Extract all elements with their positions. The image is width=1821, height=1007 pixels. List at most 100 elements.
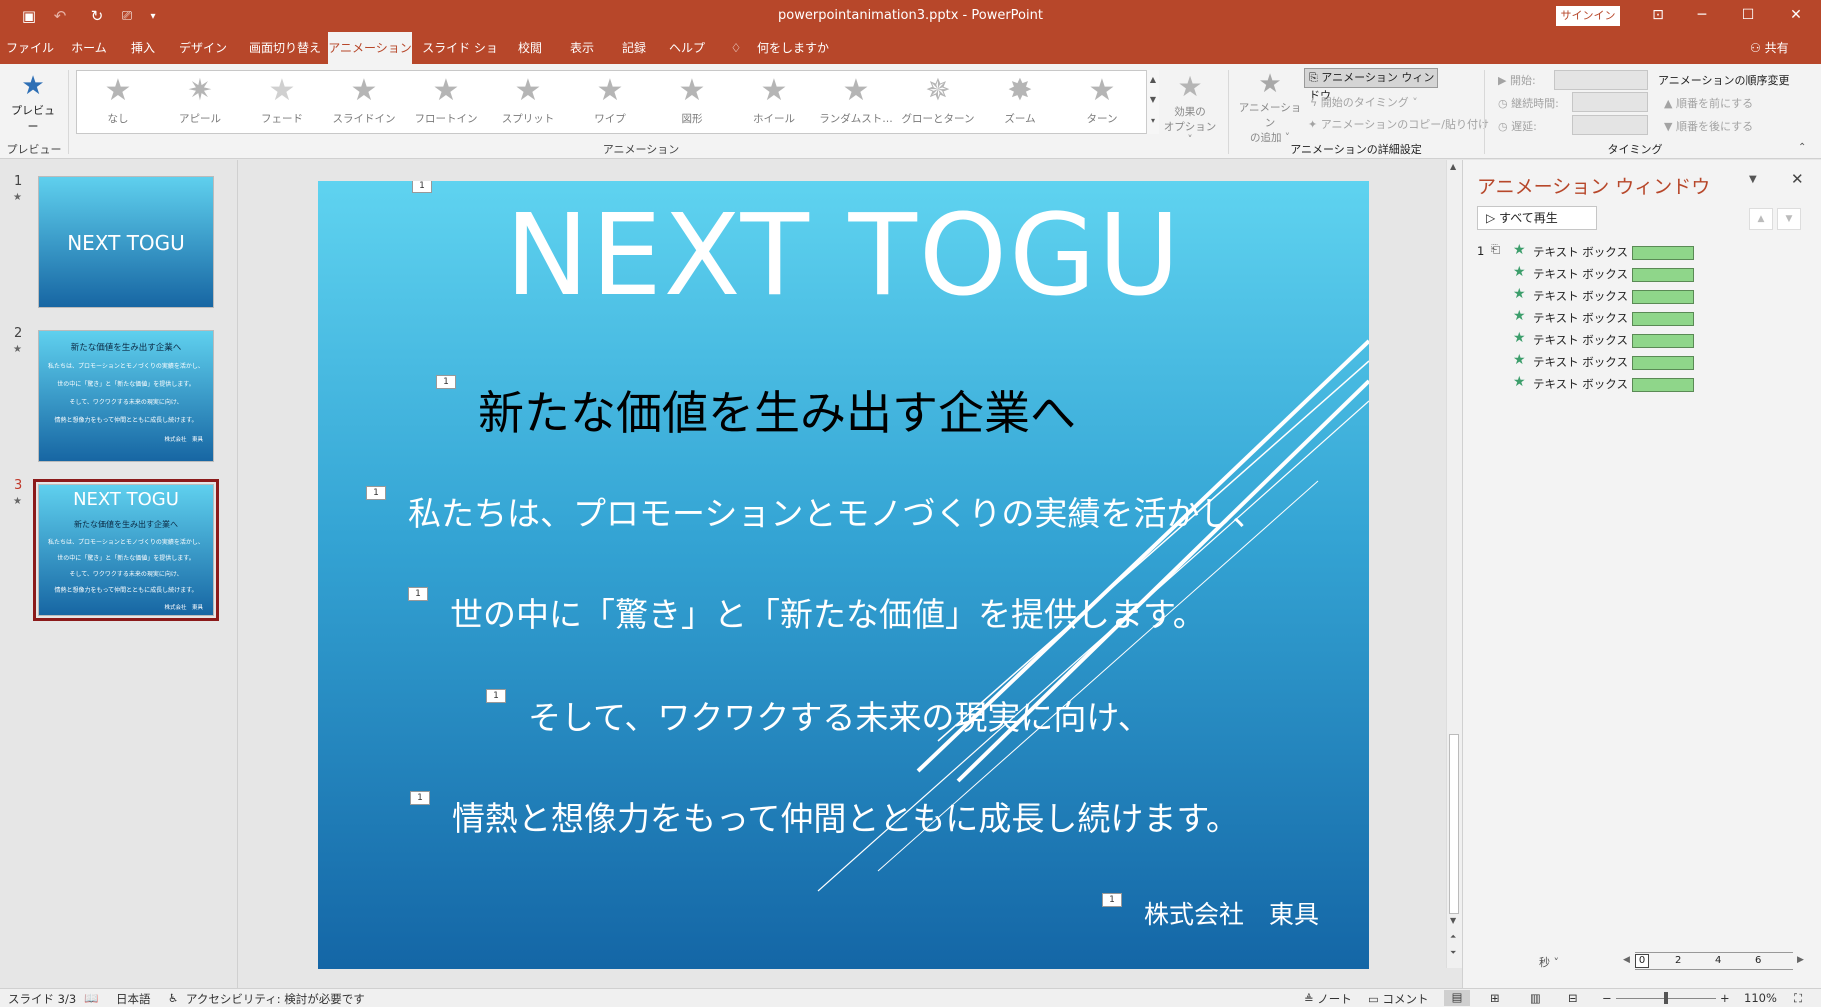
gallery-more-icon[interactable]: ▾ xyxy=(1147,110,1159,132)
timing-bar[interactable] xyxy=(1632,356,1694,370)
share-button[interactable]: ⚇ 共有 xyxy=(1750,32,1789,64)
previous-slide-icon[interactable]: ⏶ xyxy=(1450,932,1456,942)
tell-me-search[interactable]: 何をしますか xyxy=(748,32,838,64)
timeline-left-icon[interactable]: ◀ xyxy=(1623,955,1630,965)
timing-bar[interactable] xyxy=(1632,378,1694,392)
zoom-slider-thumb[interactable] xyxy=(1664,992,1668,1004)
normal-view-icon[interactable]: ▤ xyxy=(1444,990,1470,1006)
next-slide-icon[interactable]: ⏷ xyxy=(1450,948,1456,958)
anim-wheel[interactable]: ★ ホイール xyxy=(733,71,815,133)
animation-tag[interactable]: 1 xyxy=(366,486,386,500)
comments-button[interactable]: ▭ コメント xyxy=(1368,991,1429,1007)
animation-item[interactable]: ★ テキスト ボックス 1... xyxy=(1477,308,1697,328)
accessibility-status[interactable]: アクセシビリティ: 検討が必要です xyxy=(186,991,365,1007)
zoom-in-icon[interactable]: + xyxy=(1720,991,1730,1005)
slide-thumbnail-1[interactable]: NEXT TOGU xyxy=(38,176,214,308)
effect-options-button[interactable]: ★ 効果の オプション ˅ xyxy=(1162,70,1218,146)
slide-line[interactable]: 情熱と想像力をもって仲間とともに成長し続けます。 xyxy=(452,792,1239,840)
ribbon-display-options-icon[interactable]: ⊡ xyxy=(1636,0,1680,32)
slide-canvas[interactable]: 1 NEXT TOGU 1 新たな価値を生み出す企業へ 1 私たちは、プロモーシ… xyxy=(318,181,1369,969)
move-later-button[interactable]: ▼ 順番を後にする xyxy=(1664,118,1753,134)
scroll-up-icon[interactable]: ▲ xyxy=(1450,162,1456,171)
animation-tag[interactable]: 1 xyxy=(436,375,456,389)
gallery-down-icon[interactable]: ▼ xyxy=(1147,90,1159,110)
anim-zoom[interactable]: ✸ ズーム xyxy=(979,71,1061,133)
slide-thumbnail-2[interactable]: 新たな価値を生み出す企業へ 私たちは、プロモーションとモノづくりの実績を活かし、… xyxy=(38,330,214,462)
notes-button[interactable]: ≜ ノート xyxy=(1304,991,1352,1007)
timeline-right-icon[interactable]: ▶ xyxy=(1797,955,1804,965)
scroll-down-icon[interactable]: ▼ xyxy=(1450,916,1456,925)
anim-split[interactable]: ★ スプリット xyxy=(487,71,569,133)
slide-thumbnail-3[interactable]: NEXT TOGU 新たな価値を生み出す企業へ 私たちは、プロモーションとモノづ… xyxy=(33,479,219,621)
tab-help[interactable]: ヘルプ xyxy=(664,32,710,64)
start-dropdown[interactable] xyxy=(1554,70,1648,90)
vertical-scrollbar[interactable]: ▲ ▼ ⏶ ⏷ xyxy=(1446,160,1462,968)
slide-line[interactable]: そして、ワクワクする未来の現実に向け、 xyxy=(528,691,1151,739)
move-down-icon[interactable]: ▼ xyxy=(1777,208,1801,230)
reading-view-icon[interactable]: ▥ xyxy=(1530,991,1541,1005)
slideshow-icon[interactable]: ⊟ xyxy=(1568,991,1578,1005)
anim-swivel[interactable]: ★ ターン xyxy=(1061,71,1143,133)
minimize-button[interactable]: ─ xyxy=(1680,0,1724,32)
slide-line[interactable]: 私たちは、プロモーションとモノづくりの実績を活かし、 xyxy=(408,487,1265,535)
trigger-button[interactable]: ϟ 開始のタイミング ˅ xyxy=(1310,94,1418,110)
anim-none[interactable]: ★ なし xyxy=(77,71,159,133)
slide-heading[interactable]: 新たな価値を生み出す企業へ xyxy=(478,377,1076,443)
timing-bar[interactable] xyxy=(1632,334,1694,348)
tab-slideshow[interactable]: スライド ショー xyxy=(420,32,500,87)
tab-insert[interactable]: 挿入 xyxy=(122,32,164,64)
tab-file[interactable]: ファイル xyxy=(4,32,56,64)
slide-company[interactable]: 株式会社 東具 xyxy=(1144,895,1319,931)
anim-appear[interactable]: ✷ アピール xyxy=(159,71,241,133)
zoom-out-icon[interactable]: − xyxy=(1602,991,1612,1005)
tab-design[interactable]: デザイン xyxy=(172,32,234,64)
close-button[interactable]: ✕ xyxy=(1774,0,1818,32)
move-earlier-button[interactable]: ▲ 順番を前にする xyxy=(1664,95,1753,111)
animation-item[interactable]: ★ テキスト ボックス 1... xyxy=(1477,352,1697,372)
animation-item[interactable]: ★ テキスト ボックス 1... xyxy=(1477,286,1697,306)
timing-bar[interactable] xyxy=(1632,290,1694,304)
signin-button[interactable]: サインイン xyxy=(1556,6,1620,26)
close-icon[interactable]: ✕ xyxy=(1791,170,1804,188)
duration-spinner[interactable] xyxy=(1572,92,1648,112)
slide-line[interactable]: 世の中に「驚き」と「新たな価値」を提供します。 xyxy=(450,588,1206,636)
animation-item[interactable]: ★ テキスト ボックス 1... xyxy=(1477,264,1697,284)
delay-spinner[interactable] xyxy=(1572,115,1648,135)
slide-sorter-icon[interactable]: ⊞ xyxy=(1490,991,1500,1005)
play-all-button[interactable]: ▷ すべて再生 xyxy=(1477,206,1597,230)
animation-item[interactable]: 1 ⎗ ★ テキスト ボックス 9... xyxy=(1477,242,1697,262)
add-animation-button[interactable]: ★ アニメーション の追加 ˅ xyxy=(1236,68,1304,145)
tab-animations[interactable]: アニメーション xyxy=(328,32,412,64)
seconds-dropdown[interactable]: 秒 ˅ xyxy=(1539,954,1559,970)
animation-tag[interactable]: 1 xyxy=(486,689,506,703)
timing-bar[interactable] xyxy=(1632,312,1694,326)
fit-to-window-icon[interactable]: ⛶ xyxy=(1794,991,1802,1006)
scroll-thumb[interactable] xyxy=(1449,734,1459,914)
animation-tag[interactable]: 1 xyxy=(410,791,430,805)
anim-fly-in[interactable]: ★ スライドイン xyxy=(323,71,405,133)
anim-shape[interactable]: ★ 図形 xyxy=(651,71,733,133)
move-up-icon[interactable]: ▲ xyxy=(1749,208,1773,230)
anim-float-in[interactable]: ★ フロートイン xyxy=(405,71,487,133)
spellcheck-icon[interactable]: 📖 xyxy=(84,991,98,1005)
tab-review[interactable]: 校閲 xyxy=(508,32,552,64)
zoom-level[interactable]: 110% xyxy=(1744,991,1777,1005)
timing-bar[interactable] xyxy=(1632,268,1694,282)
animation-tag[interactable]: 1 xyxy=(408,587,428,601)
pane-options-icon[interactable]: ▼ xyxy=(1749,174,1757,185)
animation-item[interactable]: ★ テキスト ボックス 1... xyxy=(1477,330,1697,350)
tab-view[interactable]: 表示 xyxy=(560,32,604,64)
animation-item[interactable]: ★ テキスト ボックス 1... xyxy=(1477,374,1697,394)
anim-random-bars[interactable]: ★ ランダムスト… xyxy=(815,71,897,133)
tab-home[interactable]: ホーム xyxy=(64,32,114,64)
anim-fade[interactable]: ★ フェード xyxy=(241,71,323,133)
gallery-up-icon[interactable]: ▲ xyxy=(1147,70,1159,90)
timing-bar[interactable] xyxy=(1632,246,1694,260)
animation-painter-button[interactable]: ✦ アニメーションのコピー/貼り付け xyxy=(1308,116,1489,132)
gallery-scroll[interactable]: ▲ ▼ ▾ xyxy=(1146,70,1159,134)
maximize-button[interactable]: ☐ xyxy=(1726,0,1770,32)
language-indicator[interactable]: 日本語 xyxy=(116,991,151,1007)
collapse-ribbon-icon[interactable]: ⌃ xyxy=(1798,142,1806,153)
slide-title[interactable]: NEXT TOGU xyxy=(318,191,1369,321)
animation-tag[interactable]: 1 xyxy=(1102,893,1122,907)
